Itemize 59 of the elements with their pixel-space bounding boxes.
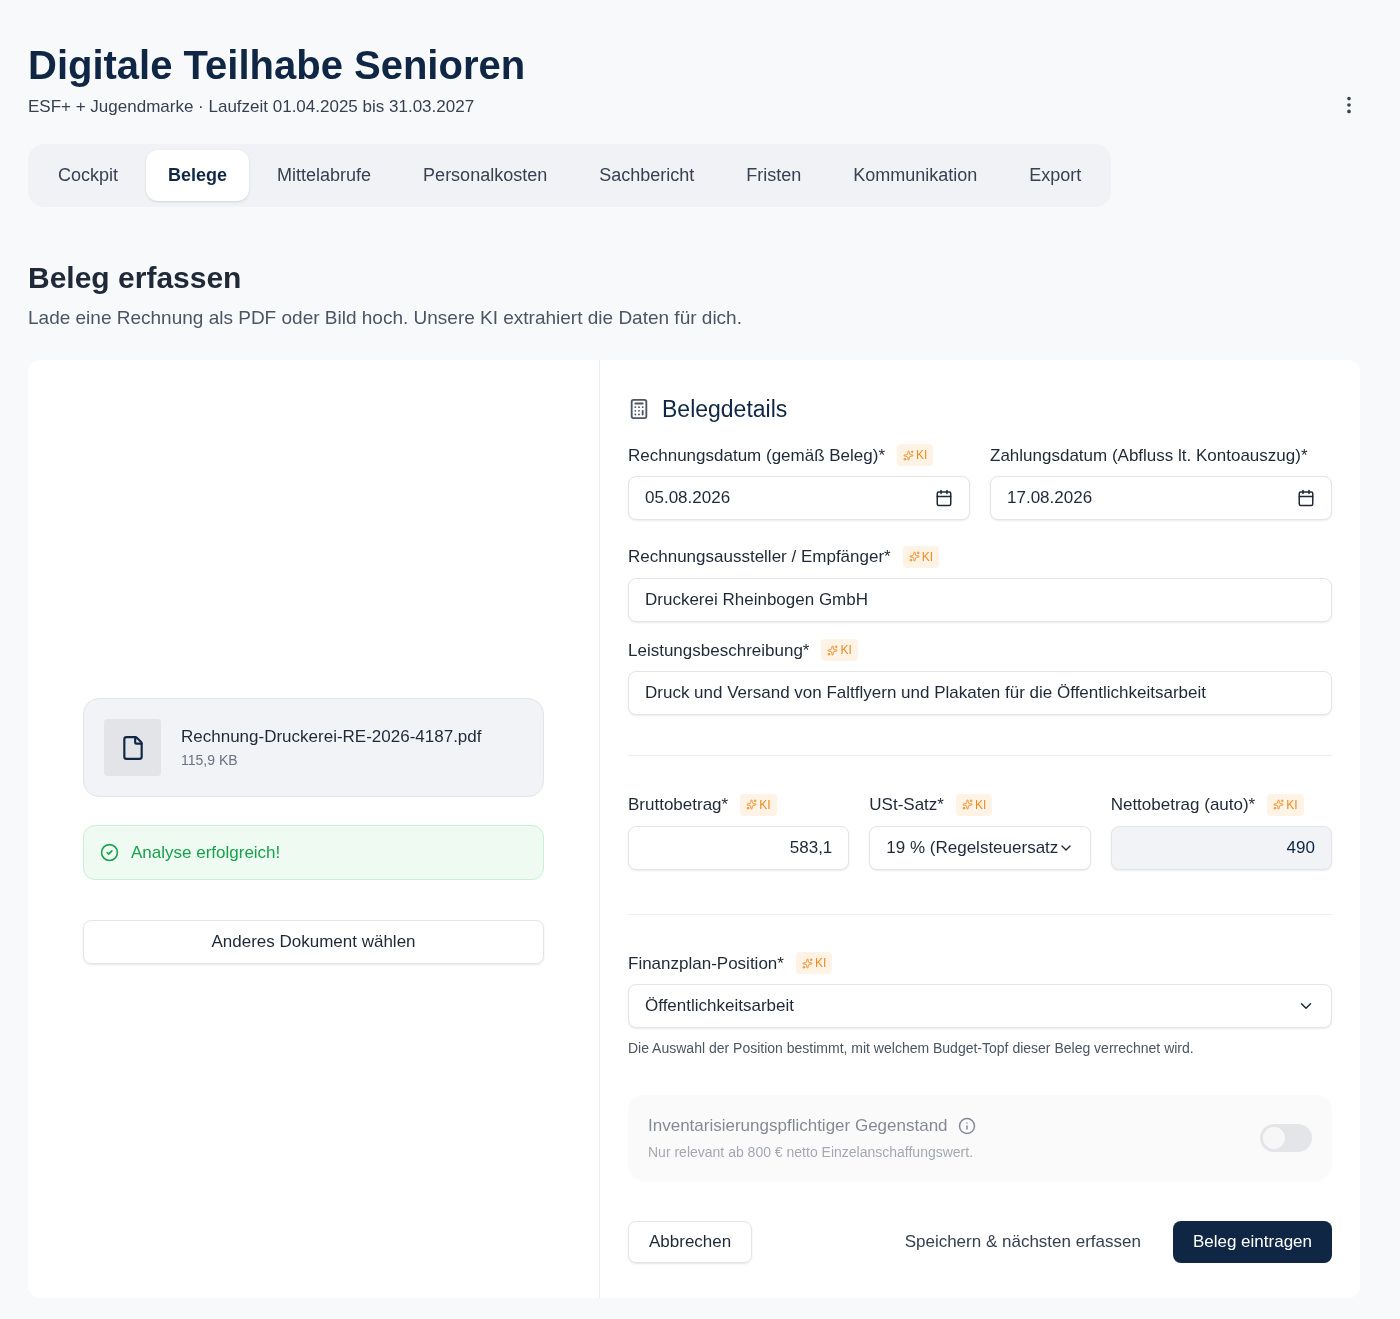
- field-label: Leistungsbeschreibung*: [628, 639, 810, 662]
- calendar-icon: [935, 489, 953, 507]
- tab[interactable]: Fristen: [722, 149, 826, 201]
- calendar-icon: [1297, 489, 1315, 507]
- tab[interactable]: Cockpit: [34, 149, 143, 201]
- sparkle-icon: [903, 449, 915, 461]
- cancel-button[interactable]: Abbrechen: [628, 1221, 753, 1263]
- amount-field[interactable]: 583,1: [628, 825, 850, 870]
- calculator-icon: [628, 398, 650, 421]
- page-title: Digitale Teilhabe Senioren: [28, 42, 526, 89]
- select-field[interactable]: 19 % (Regelsteuersatz: [869, 825, 1091, 870]
- field-label: Bruttobetrag*: [628, 794, 729, 816]
- ai-badge: KI: [795, 952, 833, 975]
- field-label: Rechnungsdatum (gemäß Beleg)*: [628, 444, 886, 467]
- field-hint: Die Auswahl der Position bestimmt, mit welchem Budget-Topf dieser Beleg verrechnet wird.: [628, 1039, 1195, 1058]
- text-field[interactable]: Druck und Versand von Faltflyern und Plakaten für die Öffentlichkeitsarbeit: [628, 671, 1332, 715]
- section-title: Beleg erfassen: [28, 259, 243, 296]
- change-document-button[interactable]: Anderes Dokument wählen: [83, 920, 544, 964]
- save-next-button[interactable]: Speichern & nächsten erfassen: [904, 1229, 1141, 1255]
- inventory-hint: Nur relevant ab 800 € netto Einzelanschaffungswert.: [648, 1143, 975, 1163]
- field-label: Finanzplan-Position*: [628, 952, 784, 975]
- ai-badge: KI: [821, 639, 858, 662]
- field-label: USt-Satz*: [869, 794, 944, 816]
- tab[interactable]: Mittelabrufe: [253, 149, 396, 201]
- check-circle-icon: [100, 843, 119, 862]
- file-size: 115,9 KB: [181, 750, 239, 770]
- field-label: Zahlungsdatum (Abfluss lt. Kontoauszug)*: [990, 444, 1308, 467]
- sparkle-icon: [908, 551, 920, 563]
- file-icon: [104, 719, 161, 776]
- sparkle-icon: [801, 957, 813, 969]
- ai-badge: KI: [1267, 793, 1304, 816]
- sparkle-icon: [1273, 799, 1285, 811]
- ai-badge: KI: [740, 793, 777, 816]
- tab[interactable]: Belege: [146, 149, 250, 201]
- inventory-label: Inventarisierungspflichtiger Gegenstand: [648, 1114, 948, 1137]
- ai-badge: KI: [955, 793, 993, 816]
- project-subtitle: ESF+ + Jugendmarke · Laufzeit 01.04.2025 bis 31.03.2027: [28, 96, 476, 118]
- sparkle-icon: [827, 644, 839, 656]
- text-field[interactable]: Druckerei Rheinbogen GmbH: [628, 577, 1332, 622]
- submit-button[interactable]: Beleg eintragen: [1172, 1221, 1332, 1263]
- field-label: Nettobetrag (auto)*: [1110, 794, 1256, 816]
- amount-field[interactable]: 490: [1110, 825, 1332, 870]
- date-field[interactable]: 05.08.2026: [628, 476, 970, 520]
- details-title: Belegdetails: [662, 395, 788, 424]
- tab[interactable]: Kommunikation: [829, 149, 1002, 201]
- ai-badge: KI: [897, 444, 934, 467]
- select-field[interactable]: Öffentlichkeitsarbeit: [628, 984, 1332, 1028]
- date-field[interactable]: 17.08.2026: [990, 476, 1332, 520]
- info-icon[interactable]: [957, 1116, 976, 1135]
- sparkle-icon: [961, 799, 973, 811]
- sparkle-icon: [746, 799, 758, 811]
- ai-badge: KI: [902, 545, 940, 568]
- tab[interactable]: Sachbericht: [575, 149, 719, 201]
- field-label: Rechnungsaussteller / Empfänger*: [628, 546, 891, 568]
- file-name: Rechnung-Druckerei-RE-2026-4187.pdf: [181, 726, 482, 749]
- section-description: Lade eine Rechnung als PDF oder Bild hoch. Unsere KI extrahiert die Daten für dich.: [28, 305, 743, 330]
- success-text: Analyse erfolgreich!: [131, 841, 281, 864]
- tab[interactable]: Personalkosten: [399, 149, 572, 201]
- tab[interactable]: Export: [1005, 149, 1106, 201]
